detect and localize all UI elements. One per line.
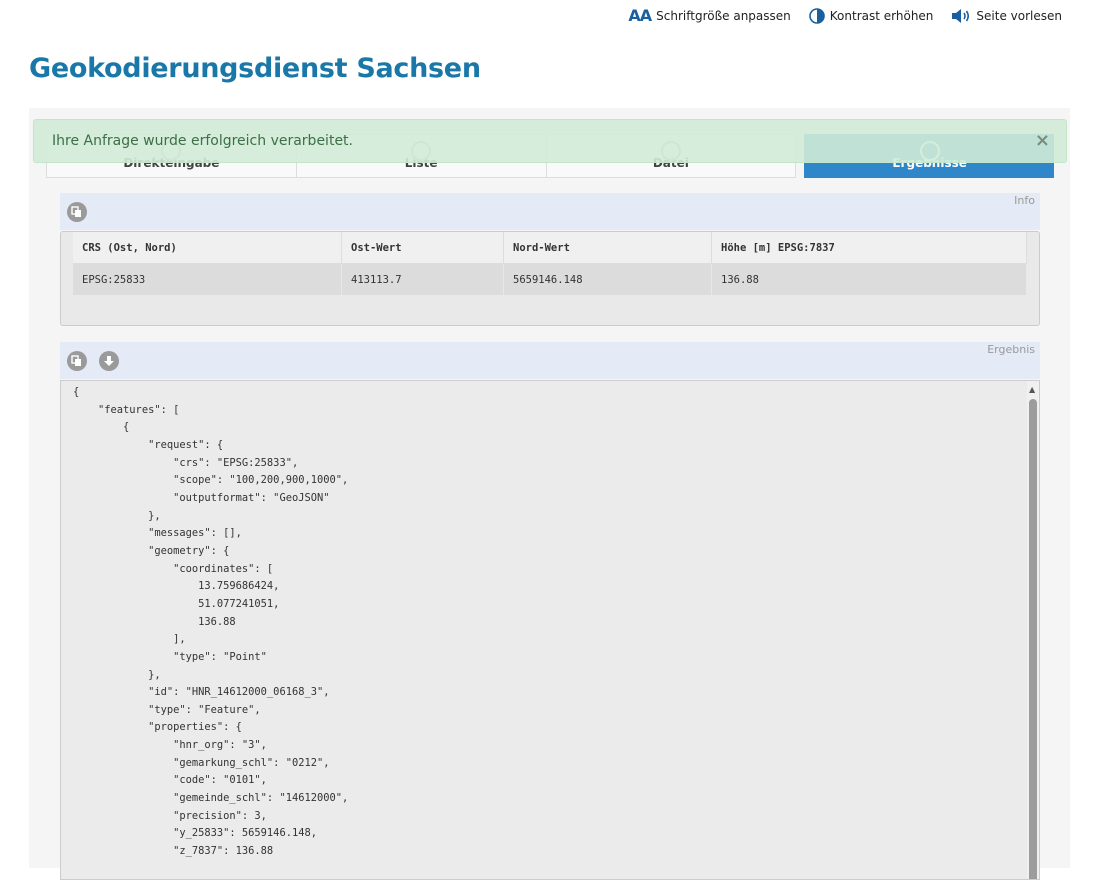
table-cell: 5659146.148 (503, 263, 712, 295)
download-icon (104, 356, 114, 366)
column-header: Höhe [m] EPSG:7837 (711, 232, 1027, 264)
close-icon[interactable]: × (1035, 130, 1050, 151)
table-cell: 136.88 (711, 263, 1027, 295)
accessibility-toolbar: AA Schriftgröße anpassen Kontrast erhöhe… (628, 6, 1062, 25)
result-json-output[interactable]: { "features": [ { "request": { "crs": "E… (60, 380, 1040, 880)
scroll-up-arrow-icon[interactable]: ▲ (1029, 385, 1035, 394)
column-header: Nord-Wert (503, 232, 712, 264)
result-section-header: Ergebnis (60, 342, 1040, 379)
geocoder-panel: Direkteingabe Liste Datei Ergebnisse Inf… (29, 108, 1070, 880)
success-alert: Ihre Anfrage wurde erfolgreich verarbeit… (33, 119, 1067, 163)
copy-icon (71, 206, 81, 217)
column-header: CRS (Ost, Nord) (73, 232, 342, 264)
info-table: CRS (Ost, Nord) Ost-Wert Nord-Wert Höhe … (73, 232, 1027, 295)
info-label: Info (1014, 194, 1035, 207)
copy-icon (71, 355, 81, 366)
contrast-icon (808, 7, 825, 24)
font-size-label: Schriftgröße anpassen (656, 8, 791, 23)
column-header: Ost-Wert (341, 232, 504, 264)
read-aloud-button[interactable]: Seite vorlesen (951, 8, 1062, 24)
json-text: { "features": [ { "request": { "crs": "E… (73, 386, 349, 858)
table-cell: EPSG:25833 (73, 263, 342, 295)
speaker-icon (952, 8, 970, 23)
font-size-button[interactable]: AA Schriftgröße anpassen (628, 6, 790, 25)
table-row: EPSG:25833 413113.7 5659146.148 136.88 (73, 263, 1027, 295)
copy-button[interactable] (67, 202, 87, 222)
table-header-row: CRS (Ost, Nord) Ost-Wert Nord-Wert Höhe … (73, 232, 1027, 264)
scrollbar-thumb[interactable] (1029, 399, 1037, 879)
alert-message: Ihre Anfrage wurde erfolgreich verarbeit… (52, 133, 353, 149)
contrast-label: Kontrast erhöhen (829, 8, 934, 23)
download-button[interactable] (99, 351, 119, 371)
scrollbar[interactable]: ▲ (1027, 381, 1039, 879)
copy-result-button[interactable] (67, 351, 87, 371)
result-label: Ergebnis (987, 343, 1035, 356)
read-aloud-label: Seite vorlesen (976, 8, 1062, 23)
info-table-container: CRS (Ost, Nord) Ost-Wert Nord-Wert Höhe … (60, 231, 1040, 326)
contrast-button[interactable]: Kontrast erhöhen (808, 7, 934, 24)
font-size-icon: AA (628, 6, 652, 25)
info-section-header: Info (60, 193, 1040, 230)
page-title: Geokodierungsdienst Sachsen (29, 53, 481, 84)
table-cell: 413113.7 (341, 263, 504, 295)
